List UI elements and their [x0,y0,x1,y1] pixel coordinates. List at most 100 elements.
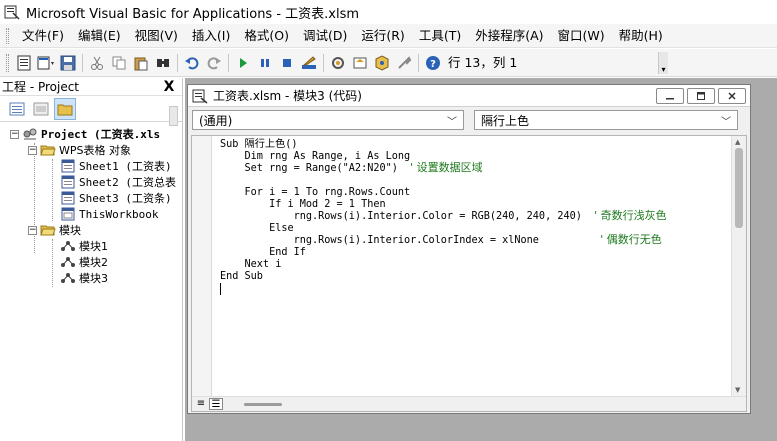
code-line: For i = 1 To rng.Rows.Count [220,187,411,198]
module-label: 模块1 [79,240,108,253]
code-line: rng.Rows(i).Interior.ColorIndex = xlNone… [220,233,662,247]
menu-edit[interactable]: 编辑(E) [71,25,128,47]
code-line: Sub 隔行上色() [220,139,298,150]
menu-window[interactable]: 窗口(W) [551,25,612,47]
cursor-position: 行 13，列 1 [448,54,518,70]
menu-bar: 文件(F) 编辑(E) 视图(V) 插入(I) 格式(O) 调试(D) 运行(R… [0,24,777,48]
menu-format[interactable]: 格式(O) [237,25,296,47]
run-icon[interactable] [232,52,254,74]
collapse-toggle[interactable]: − [28,225,37,235]
view-excel-icon[interactable] [13,52,35,74]
object-dropdown[interactable]: (通用) ﹀ [192,110,464,130]
object-browser-icon[interactable] [371,52,393,74]
horizontal-scroll-thumb[interactable] [244,403,282,406]
tree-node-sheet[interactable]: Sheet3 (工资条) [0,190,182,206]
view-object-icon[interactable] [30,98,52,120]
module-icon [60,255,76,269]
procedure-view-icon[interactable]: ≡ [194,398,208,410]
save-icon[interactable] [57,52,79,74]
paste-icon[interactable] [130,52,152,74]
sheet-icon [60,191,76,205]
open-folder-icon [40,143,56,157]
menu-tools[interactable]: 工具(T) [412,25,468,47]
module-icon [60,271,76,285]
full-module-view-icon[interactable]: ☰ [209,398,223,410]
design-mode-icon[interactable] [298,52,320,74]
project-explorer-icon[interactable] [327,52,349,74]
code-window-title: 工资表.xlsm - 模块3 (代码) [213,89,362,103]
folder-objects-label: WPS表格 对象 [59,144,131,157]
maximize-button[interactable] [687,87,715,104]
tree-node-modules[interactable]: − 模块 [0,222,182,238]
collapse-toggle[interactable]: − [28,145,37,155]
code-line: End Sub [220,271,263,282]
view-code-icon[interactable] [6,98,28,120]
chevron-down-icon: ﹀ [721,116,731,128]
tree-node-sheet[interactable]: Sheet1 (工资表) [0,158,182,174]
vba-app-icon [4,5,20,20]
tree-node-sheet[interactable]: Sheet2 (工资总表 [0,174,182,190]
open-folder-icon [40,223,56,237]
code-window-title-bar[interactable]: 工资表.xlsm - 模块3 (代码) [188,85,750,107]
scroll-down-icon[interactable]: ▼ [735,386,740,394]
code-line: Set rng = Range("A2:N20") ' 设置数据区域 [220,161,483,175]
toggle-folders-icon[interactable] [54,97,76,120]
scroll-up-icon[interactable]: ▲ [735,138,740,146]
copy-icon[interactable] [108,52,130,74]
cut-icon[interactable] [86,52,108,74]
vertical-scroll-thumb[interactable] [735,148,743,228]
toolbar-separator [177,53,178,72]
menu-run[interactable]: 运行(R) [354,25,411,47]
toolbox-icon[interactable] [393,52,415,74]
tree-node-module[interactable]: 模块2 [0,254,182,270]
vba-project-icon [22,127,38,141]
tree-node-module[interactable]: 模块1 [0,238,182,254]
menu-addins[interactable]: 外接程序(A) [468,25,550,47]
redo-icon[interactable] [203,52,225,74]
workbook-icon [60,207,76,221]
menu-insert[interactable]: 插入(I) [185,25,237,47]
tree-node-module-selected[interactable]: 模块3 [0,270,182,286]
vertical-scrollbar[interactable]: ▲ ▼ [731,136,746,396]
code-line: Next i [220,259,282,270]
procedure-dropdown[interactable]: 隔行上色 ﹀ [474,110,738,130]
properties-icon[interactable] [349,52,371,74]
toolbar-grip[interactable] [6,53,9,72]
close-code-window-button[interactable] [718,87,746,104]
menu-help[interactable]: 帮助(H) [612,25,670,47]
text-cursor [220,283,221,295]
tree-node-objects[interactable]: − WPS表格 对象 [0,142,182,158]
toolbar-options-icon[interactable]: ▾ [658,51,668,74]
tree-node-project[interactable]: − Project (工资表.xls [0,126,182,142]
undo-icon[interactable] [181,52,203,74]
help-icon[interactable]: ? [422,52,444,74]
code-line: rng.Rows(i).Interior.Color = RGB(240, 24… [220,209,667,223]
sheet-label: Sheet3 (工资条) [79,192,172,205]
menu-file[interactable]: 文件(F) [15,25,71,47]
project-name: Project (工资表.xls [41,128,161,141]
code-window-icon [192,89,208,104]
sheet-label: Sheet2 (工资总表 [79,176,176,189]
code-editor[interactable]: Sub 隔行上色() Dim rng As Range, i As Long S… [191,135,747,412]
reset-icon[interactable] [276,52,298,74]
collapse-toggle[interactable]: − [10,129,19,139]
minimize-button[interactable] [656,87,684,104]
menu-grip[interactable] [6,27,9,44]
title-bar: Microsoft Visual Basic for Applications … [0,0,777,24]
insert-module-icon[interactable] [35,52,57,74]
break-icon[interactable] [254,52,276,74]
tree-node-workbook[interactable]: ThisWorkbook [0,206,182,222]
module-label: 模块3 [79,272,108,285]
standard-toolbar: ? 行 13，列 1 ▾ [0,49,777,77]
code-text[interactable]: Sub 隔行上色() Dim rng As Range, i As Long S… [220,138,730,396]
workbook-label: ThisWorkbook [79,207,159,221]
window-title: Microsoft Visual Basic for Applications … [26,6,360,22]
menu-debug[interactable]: 调试(D) [296,25,354,47]
module-label: 模块2 [79,256,108,269]
project-tree: − Project (工资表.xls − WPS表格 对象 Sheet1 (工资… [0,122,182,287]
menu-view[interactable]: 视图(V) [128,25,185,47]
close-project-button[interactable]: X [161,79,177,95]
editor-margin[interactable] [192,136,212,396]
find-icon[interactable] [152,52,174,74]
horizontal-scrollbar[interactable]: ≡ ☰ [192,396,746,411]
